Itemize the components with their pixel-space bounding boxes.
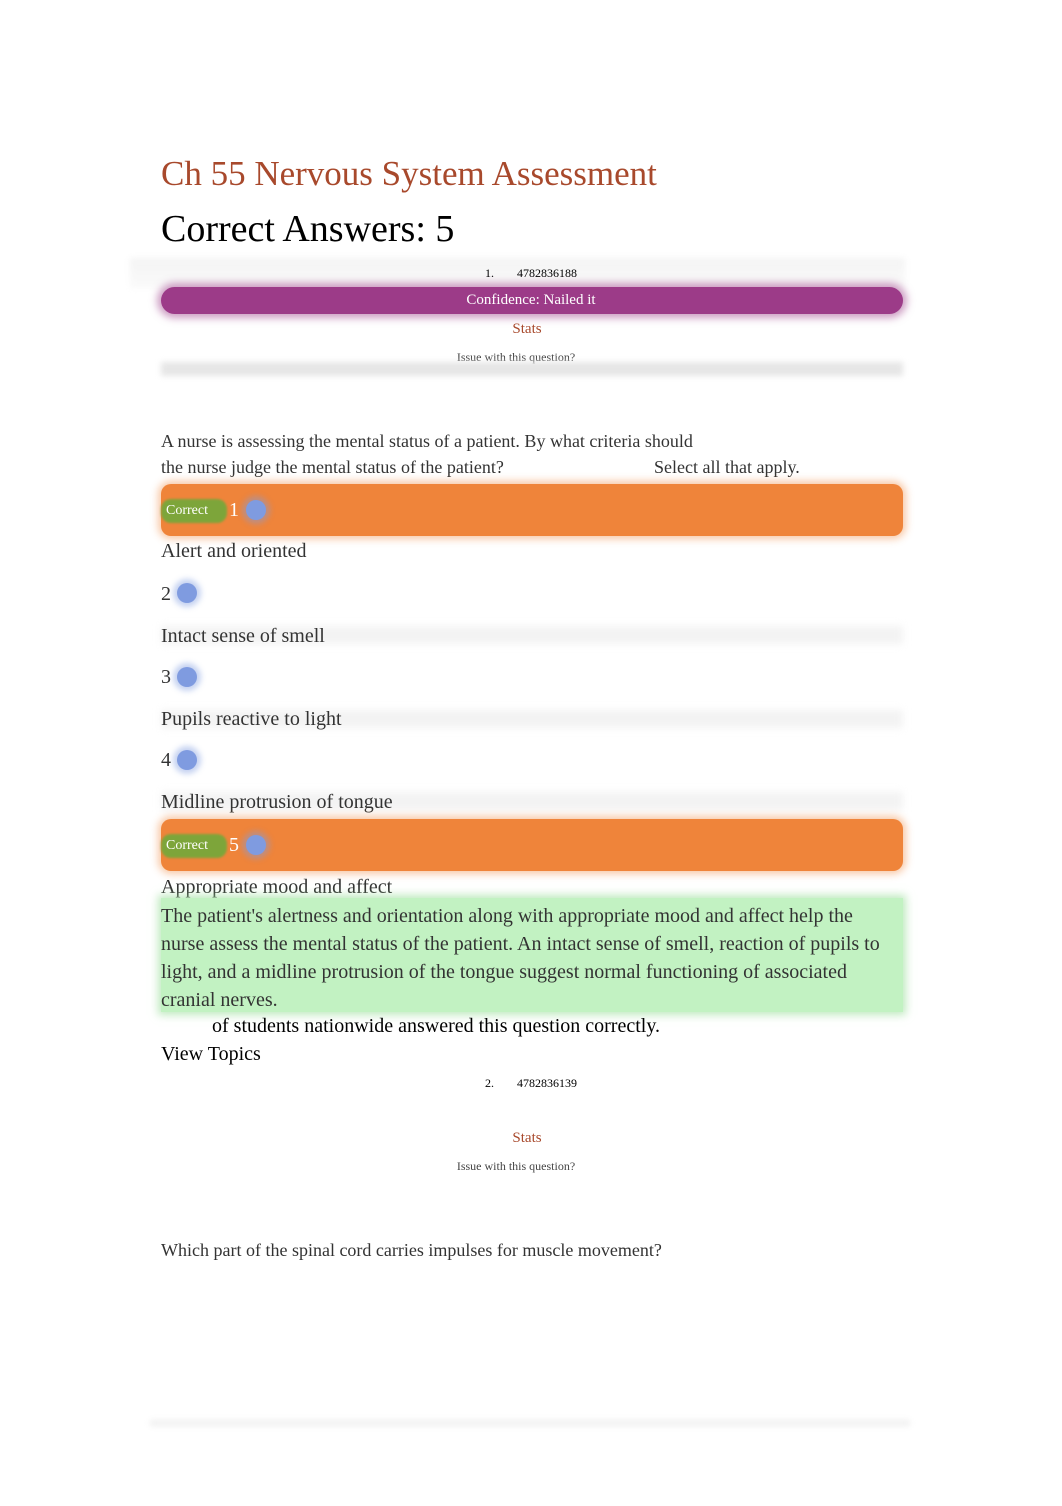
option-number: 4 xyxy=(161,749,171,771)
option-number: 1 xyxy=(229,499,239,521)
stats-link[interactable]: Stats xyxy=(0,321,1054,338)
correct-badge-label: Correct xyxy=(166,503,208,518)
nationwide-stat: of students nationwide answered this que… xyxy=(212,1015,661,1037)
option-label: Alert and oriented xyxy=(161,540,307,562)
divider xyxy=(161,362,903,376)
question-index: 1. xyxy=(485,266,494,280)
question-text-line-1: A nurse is assessing the mental status o… xyxy=(161,431,693,451)
question-number: 1. 4782836188 xyxy=(0,266,1062,281)
question-text-line-2: the nurse judge the mental status of the… xyxy=(161,457,504,477)
question-id: 4782836139 xyxy=(517,1076,577,1090)
view-topics-link[interactable]: View Topics xyxy=(161,1043,261,1066)
radio-icon[interactable] xyxy=(246,835,266,855)
option-number: 5 xyxy=(229,834,239,856)
question-index: 2. xyxy=(485,1076,494,1090)
issue-link[interactable]: Issue with this question? xyxy=(0,1159,1032,1174)
divider xyxy=(150,1420,910,1426)
option-label: Pupils reactive to light xyxy=(161,708,342,730)
radio-icon[interactable] xyxy=(177,667,197,687)
correct-badge-label: Correct xyxy=(166,838,208,853)
question-text: Which part of the spinal cord carries im… xyxy=(161,1240,662,1260)
rationale-text: The patient's alertness and orientation … xyxy=(161,905,880,1011)
question-number: 2. 4782836139 xyxy=(0,1076,1062,1091)
radio-icon[interactable] xyxy=(177,583,197,603)
correct-answers-count: Correct Answers: 5 xyxy=(161,208,455,250)
radio-icon[interactable] xyxy=(246,500,266,520)
option-label: Intact sense of smell xyxy=(161,625,325,647)
page-title: Ch 55 Nervous System Assessment xyxy=(161,154,657,193)
confidence-label: Confidence: Nailed it xyxy=(466,292,596,308)
option-number: 2 xyxy=(161,583,171,605)
option-label: Midline protrusion of tongue xyxy=(161,791,393,813)
correct-option-row xyxy=(161,819,903,871)
option-number: 3 xyxy=(161,666,171,688)
correct-option-row xyxy=(161,484,903,536)
stats-link[interactable]: Stats xyxy=(0,1130,1054,1147)
select-all-instruction: Select all that apply. xyxy=(654,457,800,477)
radio-icon[interactable] xyxy=(177,750,197,770)
option-label: Appropriate mood and affect xyxy=(161,876,393,898)
question-id: 4782836188 xyxy=(517,266,577,280)
